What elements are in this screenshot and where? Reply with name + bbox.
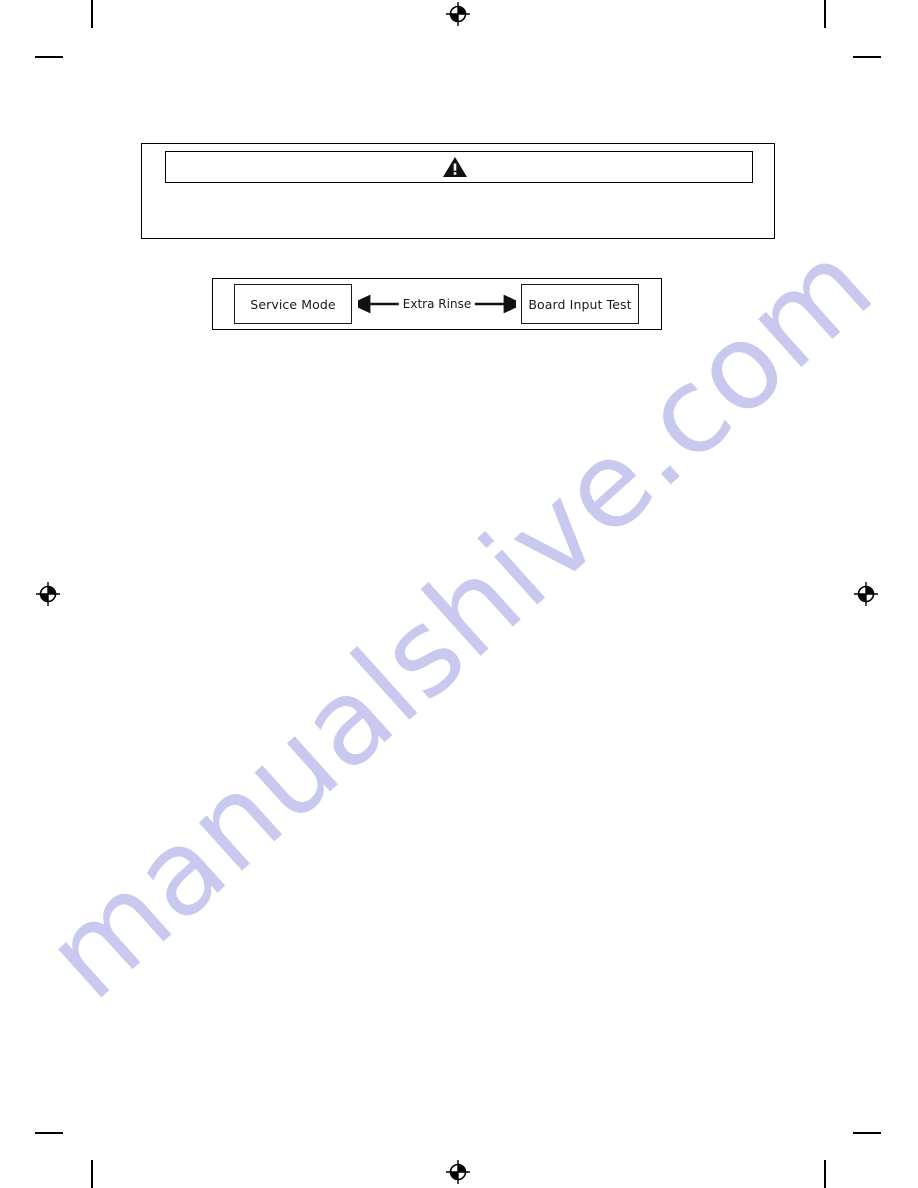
registration-mark-left-icon [36, 582, 60, 606]
crop-mark-top-left-horizontal [35, 56, 63, 58]
diagram-node-board-input-test[interactable]: Board Input Test [521, 284, 639, 324]
crop-mark-bottom-right-horizontal [853, 1132, 881, 1134]
diagram-node-service-mode-label: Service Mode [250, 296, 336, 312]
diagram-connector-extra-rinse: Extra Rinse [350, 284, 524, 324]
crop-mark-top-right-vertical [824, 0, 826, 28]
crop-mark-top-left-vertical [91, 0, 93, 28]
registration-mark-top-icon [446, 2, 470, 26]
diagram-node-service-mode[interactable]: Service Mode [234, 284, 352, 324]
diagram-node-board-input-test-label: Board Input Test [528, 296, 632, 312]
flow-diagram: Service Mode Extra Rinse Board Input Tes… [212, 278, 662, 330]
warning-callout [141, 143, 775, 239]
crop-mark-top-right-horizontal [853, 56, 881, 58]
diagram-connector-label: Extra Rinse [398, 297, 476, 311]
warning-banner [165, 151, 753, 183]
registration-mark-right-icon [854, 582, 878, 606]
crop-mark-bottom-left-horizontal [35, 1132, 63, 1134]
warning-triangle-icon [443, 157, 467, 177]
registration-mark-bottom-icon [446, 1160, 470, 1184]
crop-mark-bottom-right-vertical [824, 1160, 826, 1188]
watermark-text: manualshive.com [19, 214, 899, 1026]
crop-mark-bottom-left-vertical [91, 1160, 93, 1188]
